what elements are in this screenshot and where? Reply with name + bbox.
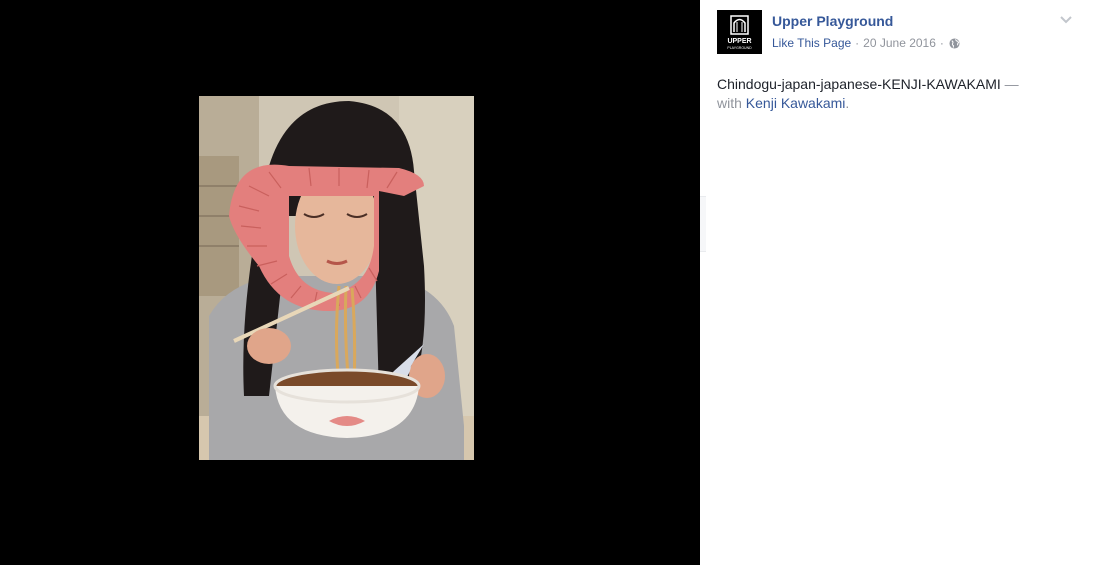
post-date[interactable]: 20 June 2016 — [863, 36, 936, 50]
post-meta: Like This Page · 20 June 2016 · — [772, 36, 960, 50]
page-avatar[interactable]: UPPER PLAYGROUND — [717, 10, 762, 54]
globe-icon[interactable] — [949, 37, 960, 49]
with-label: with — [717, 95, 742, 111]
photo-viewer — [0, 0, 700, 565]
svg-text:PLAYGROUND: PLAYGROUND — [727, 46, 752, 50]
caption-dash: — — [1004, 76, 1019, 92]
like-page-link[interactable]: Like This Page — [772, 36, 851, 50]
caption-text: Chindogu-japan-japanese-KENJI-KAWAKAMI — [717, 76, 1001, 92]
tagged-person-link[interactable]: Kenji Kawakami — [746, 95, 846, 111]
meta-separator: · — [855, 36, 860, 50]
chevron-down-icon[interactable] — [1058, 12, 1074, 28]
page-name-link[interactable]: Upper Playground — [772, 13, 893, 29]
post-photo[interactable] — [199, 96, 474, 460]
post-details-panel: UPPER PLAYGROUND Upper Playground Like T… — [706, 0, 1095, 565]
meta-separator: · — [939, 36, 944, 50]
post-caption: Chindogu-japan-japanese-KENJI-KAWAKAMI —… — [717, 75, 1087, 113]
caption-period: . — [845, 95, 850, 111]
svg-text:UPPER: UPPER — [727, 38, 751, 45]
